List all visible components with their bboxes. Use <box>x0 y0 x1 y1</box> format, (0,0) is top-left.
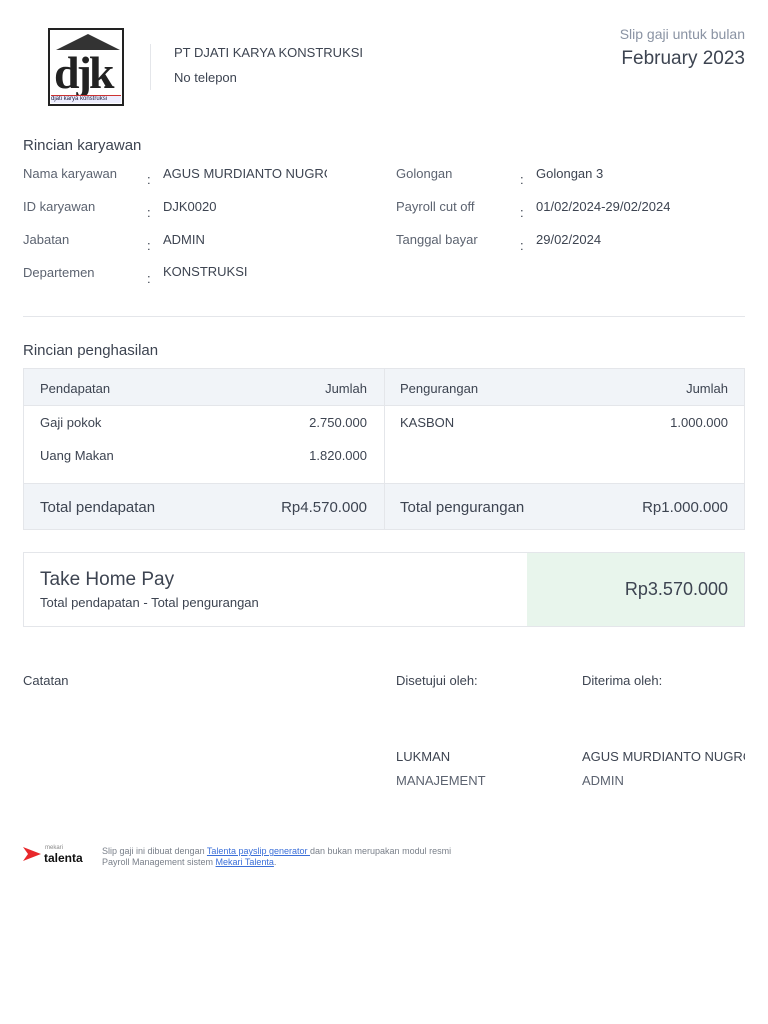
earn-header: Pendapatan <box>40 381 111 396</box>
payroll-cutoff: 01/02/2024-29/02/2024 <box>536 199 671 214</box>
earning-label: Uang Makan <box>40 448 114 463</box>
slip-label: Slip gaji untuk bulan <box>619 26 745 42</box>
income-title: Rincian penghasilan <box>23 342 159 359</box>
cutoff-label: Payroll cut off <box>396 199 475 214</box>
take-home-pay: Take Home Pay Total pendapatan - Total p… <box>23 552 745 627</box>
talenta-logo-icon <box>23 847 41 861</box>
income-table: Pendapatan Jumlah Pengurangan Jumlah Gaj… <box>23 368 745 530</box>
payslip-generator-link[interactable]: Talenta payslip generator <box>207 846 310 856</box>
employee-dept: KONSTRUKSI <box>163 264 248 279</box>
amount-header: Jumlah <box>325 381 367 396</box>
footer-text: Slip gaji ini dibuat dengan <box>102 846 207 856</box>
colon: : <box>520 205 524 220</box>
mekari-talenta-link[interactable]: Mekari Talenta <box>216 857 274 867</box>
total-earn-label: Total pendapatan <box>40 499 156 516</box>
employee-name: AGUS MURDIANTO NUGROHO <box>163 166 327 181</box>
company-phone: No telepon <box>174 70 237 85</box>
brand: talenta <box>44 851 83 865</box>
footer-text: . <box>273 857 277 867</box>
paydate-label: Tanggal bayar <box>396 232 478 247</box>
received-label: Diterima oleh: <box>582 673 663 688</box>
employee-id: DJK0020 <box>163 199 217 214</box>
employee-grade: Golongan 3 <box>536 166 604 181</box>
colon: : <box>147 172 151 187</box>
employee-position: ADMIN <box>163 232 205 247</box>
slip-month: February 2023 <box>621 48 745 69</box>
grade-label: Golongan <box>396 166 453 181</box>
colon: : <box>520 238 524 253</box>
dept-label: Departemen <box>23 265 95 280</box>
earning-value: 2.750.000 <box>309 415 367 430</box>
colon: : <box>520 172 524 187</box>
earning-label: Gaji pokok <box>40 415 102 430</box>
total-ded: Rp1.000.000 <box>642 499 728 516</box>
approver-role: MANAJEMENT <box>396 773 486 788</box>
footer-note: Slip gaji ini dibuat dengan Talenta pays… <box>102 846 462 868</box>
ded-header: Pengurangan <box>400 381 479 396</box>
company-name: PT DJATI KARYA KONSTRUKSI <box>174 45 364 60</box>
pay-date: 29/02/2024 <box>536 232 602 247</box>
total-earn: Rp4.570.000 <box>281 499 367 516</box>
colon: : <box>147 238 151 253</box>
notes-label: Catatan <box>23 673 69 688</box>
colon: : <box>147 205 151 220</box>
company-logo: djk djati karya konstruksi <box>48 28 124 106</box>
thp-title: Take Home Pay <box>40 569 175 590</box>
thp-value: Rp3.570.000 <box>624 579 728 599</box>
id-label: ID karyawan <box>23 199 96 214</box>
name-label: Nama karyawan <box>23 166 117 181</box>
divider <box>23 316 745 317</box>
receiver-role: ADMIN <box>582 773 624 788</box>
total-ded-label: Total pengurangan <box>400 499 525 516</box>
deduction-value: 1.000.000 <box>670 415 728 430</box>
thp-subtitle: Total pendapatan - Total pengurangan <box>40 595 259 610</box>
approved-label: Disetujui oleh: <box>396 673 478 688</box>
receiver-name: AGUS MURDIANTO NUGROHO <box>582 749 745 764</box>
divider <box>150 44 151 90</box>
amount-header: Jumlah <box>686 381 728 396</box>
approver-name: LUKMAN <box>396 749 451 764</box>
deduction-label: KASBON <box>400 415 455 430</box>
earning-value: 1.820.000 <box>309 448 367 463</box>
position-label: Jabatan <box>23 232 70 247</box>
colon: : <box>147 271 151 286</box>
employee-title: Rincian karyawan <box>23 137 142 154</box>
